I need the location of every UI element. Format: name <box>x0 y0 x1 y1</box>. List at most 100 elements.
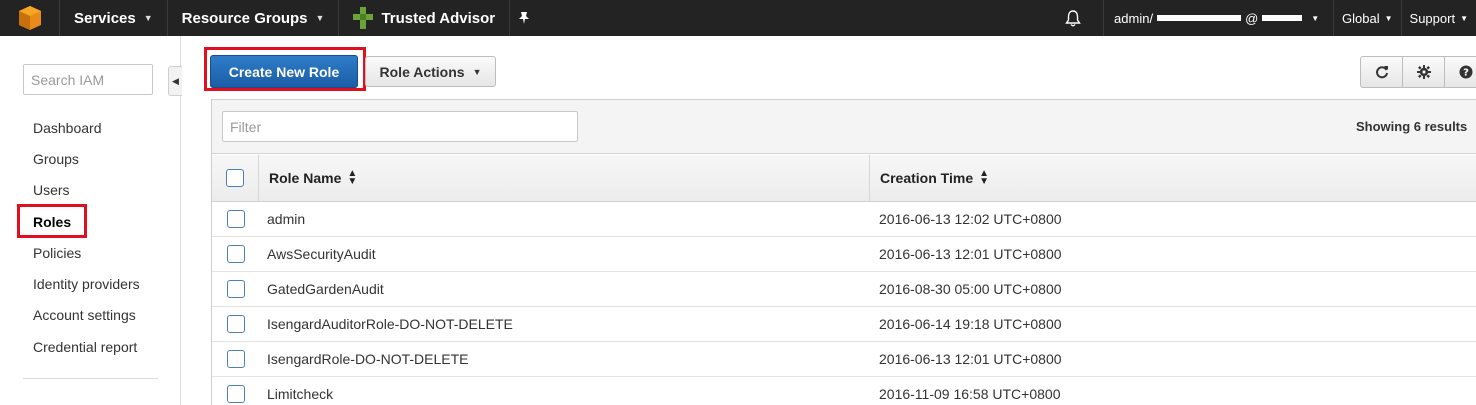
chevron-down-icon: ▼ <box>1384 13 1393 23</box>
creation-time-cell: 2016-06-14 19:18 UTC+0800 <box>879 316 1062 332</box>
create-new-role-button[interactable]: Create New Role <box>210 55 358 88</box>
table-row[interactable]: admin 2016-06-13 12:02 UTC+0800 <box>212 202 1476 237</box>
row-checkbox[interactable] <box>226 315 245 333</box>
table-row[interactable]: GatedGardenAudit 2016-08-30 05:00 UTC+08… <box>212 272 1476 307</box>
sidebar-item-roles[interactable]: Roles <box>0 203 180 238</box>
sidebar-item-label: Roles <box>33 213 72 230</box>
role-name-cell[interactable]: IsengardRole-DO-NOT-DELETE <box>259 351 870 367</box>
sidebar-item-groups[interactable]: Groups <box>0 143 180 174</box>
row-checkbox[interactable] <box>226 385 245 403</box>
select-all-cell <box>212 154 259 202</box>
sidebar-item-credential-report[interactable]: Credential report <box>0 331 180 362</box>
column-header-role-name[interactable]: Role Name ▲ ▼ <box>259 154 870 202</box>
chevron-down-icon: ▼ <box>143 13 153 23</box>
help-icon: ? <box>1459 65 1472 79</box>
role-actions-button[interactable]: Role Actions ▼ <box>365 56 496 87</box>
aws-logo-icon[interactable] <box>0 0 60 36</box>
region-label: Global <box>1342 10 1380 26</box>
support-menu[interactable]: Support ▼ <box>1402 0 1476 36</box>
account-name: admin/ <box>1114 10 1154 26</box>
table-header: Role Name ▲ ▼ Creation Time ▲ ▼ <box>212 154 1476 202</box>
top-right-controls: admin/ @ ▼ Global ▼ Support ▼ <box>1042 0 1476 36</box>
services-menu[interactable]: Services ▼ <box>60 0 168 36</box>
pin-icon[interactable] <box>510 11 538 25</box>
filter-bar: Showing 6 results <box>212 100 1476 154</box>
sort-icon: ▲ ▼ <box>979 168 990 187</box>
creation-time-cell: 2016-06-13 12:02 UTC+0800 <box>879 211 1062 227</box>
collapse-sidebar-button[interactable]: ◀ <box>168 66 182 96</box>
trusted-advisor-link[interactable]: Trusted Advisor <box>339 0 511 36</box>
filter-input[interactable] <box>222 111 578 142</box>
table-row[interactable]: IsengardRole-DO-NOT-DELETE 2016-06-13 12… <box>212 342 1476 377</box>
redacted-account-id <box>1157 15 1242 21</box>
account-menu[interactable]: admin/ @ ▼ <box>1104 0 1335 36</box>
notification-bell-icon[interactable] <box>1042 0 1105 36</box>
row-select-cell <box>212 350 259 368</box>
gear-icon <box>1416 65 1431 79</box>
row-checkbox[interactable] <box>226 245 245 263</box>
row-checkbox[interactable] <box>226 210 245 228</box>
help-button[interactable]: ? <box>1444 56 1476 88</box>
region-menu[interactable]: Global ▼ <box>1334 0 1402 36</box>
creation-time-cell: 2016-06-13 12:01 UTC+0800 <box>879 246 1062 262</box>
sidebar-item-label: Credential report <box>33 338 138 355</box>
sidebar-item-label: Policies <box>33 244 82 261</box>
role-name-cell[interactable]: AwsSecurityAudit <box>259 246 870 262</box>
column-header-label: Role Name <box>269 170 342 186</box>
roles-table-panel: Showing 6 results Role Name ▲▼ Creation … <box>211 99 1476 405</box>
top-navigation-bar: Services ▼ Resource Groups ▼ Trusted Adv… <box>0 0 1476 36</box>
sidebar-divider <box>23 378 158 379</box>
support-label: Support <box>1409 10 1456 26</box>
row-checkbox[interactable] <box>226 280 245 298</box>
row-select-cell <box>212 210 259 228</box>
sidebar-nav: Dashboard Groups Users Roles Policies Id… <box>0 112 180 362</box>
refresh-button[interactable] <box>1360 56 1403 88</box>
sidebar-item-policies[interactable]: Policies <box>0 237 180 268</box>
settings-button[interactable] <box>1402 56 1445 88</box>
chevron-down-icon: ▼ <box>1311 13 1320 23</box>
row-select-cell <box>212 315 259 333</box>
row-select-cell <box>212 385 259 403</box>
role-name-cell[interactable]: GatedGardenAudit <box>259 281 870 297</box>
table-body: admin 2016-06-13 12:02 UTC+0800 AwsSecur… <box>212 202 1476 405</box>
resource-groups-label: Resource Groups <box>181 9 308 27</box>
sidebar-item-dashboard[interactable]: Dashboard <box>0 112 180 143</box>
row-select-cell <box>212 245 259 263</box>
table-row[interactable]: AwsSecurityAudit 2016-06-13 12:01 UTC+08… <box>212 237 1476 272</box>
sidebar-item-users[interactable]: Users <box>0 175 180 206</box>
chevron-down-icon: ▼ <box>315 13 325 23</box>
sidebar-item-label: Groups <box>33 150 79 167</box>
select-all-checkbox[interactable] <box>226 169 244 187</box>
chevron-left-icon: ◀ <box>172 75 179 86</box>
creation-time-cell: 2016-08-30 05:00 UTC+0800 <box>879 281 1062 297</box>
chevron-down-icon: ▼ <box>472 66 482 77</box>
row-checkbox[interactable] <box>226 350 245 368</box>
sidebar-item-label: Dashboard <box>33 119 102 136</box>
role-name-cell[interactable]: Limitcheck <box>259 386 870 402</box>
creation-time-cell: 2016-06-13 12:01 UTC+0800 <box>879 351 1062 367</box>
services-label: Services <box>74 9 136 27</box>
table-row[interactable]: Limitcheck 2016-11-09 16:58 UTC+0800 <box>212 377 1476 405</box>
column-header-creation-time[interactable]: Creation Time ▲ ▼ <box>870 155 1470 202</box>
sidebar-item-identity-providers[interactable]: Identity providers <box>0 268 180 299</box>
table-row[interactable]: IsengardAuditorRole-DO-NOT-DELETE 2016-0… <box>212 307 1476 342</box>
creation-time-cell: 2016-11-09 16:58 UTC+0800 <box>879 386 1061 402</box>
sidebar-item-label: Users <box>33 182 70 199</box>
account-at: @ <box>1245 10 1259 26</box>
role-actions-label: Role Actions <box>379 63 465 80</box>
redacted-account-number <box>1262 15 1303 21</box>
role-name-cell[interactable]: admin <box>259 211 870 227</box>
resource-groups-menu[interactable]: Resource Groups ▼ <box>168 0 340 36</box>
toolbar-icon-group: ? <box>1360 56 1476 88</box>
sidebar-item-label: Account settings <box>33 307 136 324</box>
search-input[interactable] <box>23 64 153 95</box>
results-count: Showing 6 results <box>1356 119 1468 134</box>
chevron-down-icon: ▼ <box>1460 13 1468 23</box>
refresh-icon <box>1375 66 1388 79</box>
sidebar: ◀ Dashboard Groups Users Roles Policies … <box>0 36 182 405</box>
role-name-cell[interactable]: IsengardAuditorRole-DO-NOT-DELETE <box>259 316 870 332</box>
sort-icon: ▲ ▼ <box>347 168 358 187</box>
sidebar-item-account-settings[interactable]: Account settings <box>0 300 180 331</box>
svg-text:?: ? <box>1463 68 1469 79</box>
sidebar-item-label: Identity providers <box>33 276 140 293</box>
